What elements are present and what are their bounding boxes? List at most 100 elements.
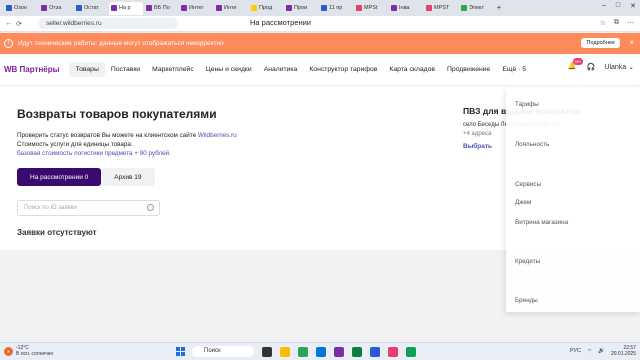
clock[interactable]: 22:57 20.01.2025 bbox=[611, 345, 636, 357]
browser-tab-label: Інва bbox=[399, 5, 410, 11]
star-icon[interactable]: ☆ bbox=[600, 19, 606, 27]
dropdown-item[interactable]: Сервисы bbox=[515, 181, 541, 188]
dropdown-item[interactable]: Витрина магазина bbox=[515, 219, 568, 226]
menu-item[interactable]: Карта складов bbox=[383, 62, 441, 77]
minimize-icon[interactable]: – bbox=[602, 2, 606, 10]
menu-item[interactable]: Конструктор тарифов bbox=[303, 62, 383, 77]
menu-item[interactable]: Продвижение bbox=[441, 62, 496, 77]
edge-icon[interactable] bbox=[316, 347, 326, 357]
wifi-icon[interactable]: ⌔ bbox=[587, 348, 592, 355]
browser-tab[interactable]: Прои bbox=[284, 2, 318, 15]
browser-tab[interactable]: Прод bbox=[249, 2, 283, 15]
support-icon[interactable]: 🎧 bbox=[587, 63, 596, 71]
browser-tab-label: Отза bbox=[49, 5, 62, 11]
menu-item[interactable]: Ещё · 5 bbox=[496, 62, 532, 77]
menu-item[interactable]: Поставки bbox=[105, 62, 146, 77]
favicon-icon bbox=[181, 5, 187, 11]
browser-tab[interactable]: На р bbox=[109, 1, 143, 15]
word-icon[interactable] bbox=[370, 347, 380, 357]
windows-start-icon[interactable] bbox=[176, 347, 185, 356]
browser-tab[interactable]: Инте bbox=[214, 2, 248, 15]
search-input[interactable]: Поиск по ID заявки bbox=[17, 200, 160, 216]
taskbar-search[interactable]: Поиск bbox=[192, 346, 254, 357]
browser-tab-label: MPSt bbox=[364, 5, 378, 11]
browser-tab-label: Прои bbox=[294, 5, 308, 11]
favicon-icon bbox=[321, 5, 327, 11]
browser-tab[interactable]: MPSt bbox=[354, 2, 388, 15]
reload-icon[interactable]: ⟳ bbox=[14, 20, 24, 28]
menu-item[interactable]: Товары bbox=[69, 62, 105, 77]
url-field[interactable]: seller.wildberries.ru bbox=[38, 18, 178, 29]
browser-tab[interactable]: ВБ По bbox=[144, 2, 178, 15]
menu-item[interactable]: Маркетплейс bbox=[146, 62, 200, 77]
browser-tab-label: Прод bbox=[259, 5, 273, 11]
wb-logo[interactable]: WB Партнёры bbox=[4, 65, 59, 74]
dropdown-item[interactable]: Кредиты bbox=[515, 258, 540, 265]
favicon-icon bbox=[146, 5, 152, 11]
browser-tab-label: На р bbox=[119, 5, 131, 11]
warning-icon: ! bbox=[4, 39, 13, 48]
window-controls: – □ ✕ bbox=[602, 2, 636, 10]
dropdown-item[interactable]: Джем bbox=[515, 199, 531, 206]
cost-label: Стоимость услуги для единицы товара: bbox=[17, 141, 133, 148]
browser-tab-label: Остат bbox=[84, 5, 99, 11]
taskbar-apps bbox=[262, 347, 416, 357]
cost-link[interactable]: базовая стоимость логистики предмета + 9… bbox=[17, 150, 171, 157]
excel-icon[interactable] bbox=[352, 347, 362, 357]
app-icon[interactable] bbox=[334, 347, 344, 357]
music-icon[interactable] bbox=[388, 347, 398, 357]
page-title-in-bar: На рассмотрении bbox=[250, 18, 311, 27]
back-icon[interactable]: ← bbox=[4, 20, 14, 27]
page-title: Возвраты товаров покупателями bbox=[17, 107, 217, 121]
browser-tab[interactable]: MPST bbox=[424, 2, 458, 15]
browser-tab[interactable]: 11 пр bbox=[319, 2, 353, 15]
banner-text: Идут технические работы: данные могут от… bbox=[18, 40, 224, 47]
browser-tab[interactable]: Інва bbox=[389, 2, 423, 15]
lang-indicator[interactable]: РУС bbox=[570, 348, 581, 354]
browser-tab[interactable]: Интег bbox=[179, 2, 213, 15]
dropdown-item[interactable]: Лояльность bbox=[515, 141, 549, 148]
weather-text: В осн. солнечно bbox=[16, 351, 54, 357]
wb-header: WB Партнёры Товары Поставки Маркетплейс Цен… bbox=[0, 54, 640, 86]
menu-item[interactable]: Цены и скидки bbox=[200, 62, 258, 77]
extensions-icon[interactable]: ⧉ bbox=[614, 19, 619, 27]
wildberries-link[interactable]: Wildberries.ru bbox=[198, 132, 237, 139]
main-menu: Товары Поставки Маркетплейс Цены и скидки Ан… bbox=[69, 62, 532, 77]
bell-icon[interactable]: 🔔 99+ bbox=[568, 58, 584, 72]
browser-tab-strip: Озон Отза Остат На р ВБ По Интег Инте Прод Прои 1… bbox=[0, 0, 640, 16]
details-button[interactable]: Подробнее bbox=[581, 38, 620, 48]
volume-icon[interactable]: 🔊 bbox=[598, 348, 605, 354]
menu-item[interactable]: Аналитика bbox=[258, 62, 304, 77]
chrome-icon[interactable] bbox=[298, 347, 308, 357]
search-icon[interactable] bbox=[147, 204, 154, 211]
weather-widget[interactable]: ☀ -12°C В осн. солнечно bbox=[4, 345, 53, 357]
maintenance-banner: ! Идут технические работы: данные могут … bbox=[0, 33, 640, 54]
empty-state: Заявки отсутствуют bbox=[17, 228, 97, 237]
tab-pending[interactable]: На рассмотрении 0 bbox=[17, 168, 102, 186]
system-tray: РУС ⌔ 🔊 22:57 20.01.2025 bbox=[570, 345, 636, 357]
user-menu[interactable]: Ulanka ⌄ bbox=[604, 63, 634, 71]
app2-icon[interactable] bbox=[406, 347, 416, 357]
browser-tab[interactable]: Отза bbox=[39, 2, 73, 15]
task-view-icon[interactable] bbox=[262, 347, 272, 357]
close-icon[interactable]: × bbox=[629, 38, 634, 47]
maximize-icon[interactable]: □ bbox=[616, 2, 620, 10]
browser-tab[interactable]: Озон bbox=[4, 2, 38, 15]
close-window-icon[interactable]: ✕ bbox=[630, 2, 636, 10]
browser-tab-label: Элект bbox=[469, 5, 485, 11]
browser-tab-label: Интег bbox=[189, 5, 204, 11]
favicon-icon bbox=[251, 5, 257, 11]
tab-archive[interactable]: Архив 19 bbox=[101, 168, 155, 186]
browser-tab[interactable]: Элект bbox=[459, 2, 493, 15]
favicon-icon bbox=[41, 5, 47, 11]
explorer-icon[interactable] bbox=[280, 347, 290, 357]
browser-tab[interactable]: Остат bbox=[74, 2, 108, 15]
dropdown-item[interactable]: Тарифы bbox=[515, 101, 539, 108]
dropdown-item[interactable]: Бренды bbox=[515, 297, 538, 304]
choose-pvz-link[interactable]: Выбрать bbox=[463, 143, 492, 150]
new-tab-icon[interactable]: + bbox=[494, 3, 504, 13]
menu-icon[interactable]: ⋯ bbox=[627, 19, 634, 27]
address-bar: ← ⟳ seller.wildberries.ru На рассмотрени… bbox=[0, 16, 640, 32]
favicon-icon bbox=[286, 5, 292, 11]
pvz-more-addresses[interactable]: +4 адреса bbox=[463, 131, 491, 137]
